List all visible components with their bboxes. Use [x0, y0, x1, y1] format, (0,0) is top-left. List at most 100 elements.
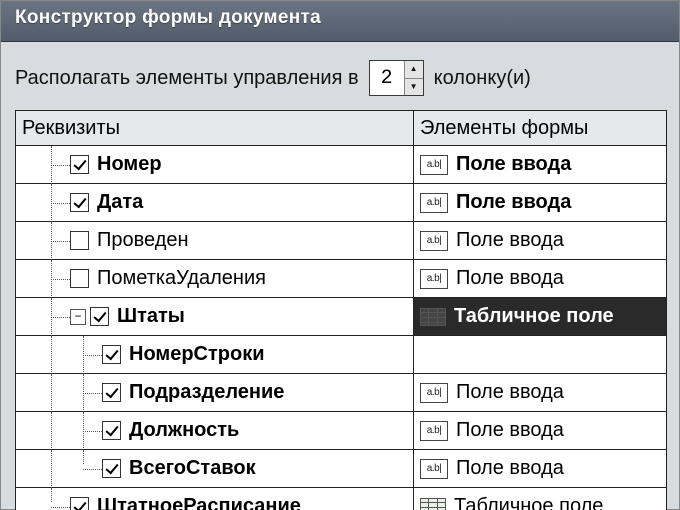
tree-spacer [22, 303, 42, 331]
row-checkbox[interactable] [70, 193, 89, 212]
element-label: Поле ввода [456, 153, 571, 176]
cell-element[interactable] [414, 336, 666, 373]
cell-attribute[interactable]: Номер [16, 146, 414, 183]
grid-row[interactable]: Дата Поле ввода [16, 184, 666, 222]
cell-attribute[interactable]: ВсегоСтавок [16, 450, 414, 487]
header-right: Элементы формы [414, 111, 666, 145]
tree-spacer [62, 341, 74, 369]
input-field-icon [420, 459, 448, 479]
tree-connector-icon [42, 493, 70, 510]
cell-element[interactable]: Поле ввода [414, 146, 666, 183]
input-field-icon [420, 421, 448, 441]
header-left: Реквизиты [16, 111, 414, 145]
attribute-label: ПометкаУдаления [97, 267, 266, 290]
grid-row[interactable]: ПометкаУдаления Поле ввода [16, 260, 666, 298]
element-label: Поле ввода [456, 191, 571, 214]
tree-expander[interactable]: − [70, 309, 86, 325]
tree-spacer [22, 265, 42, 293]
cell-element[interactable]: Поле ввода [414, 450, 666, 487]
row-checkbox[interactable] [70, 497, 89, 510]
layout-label-before: Располагать элементы управления в [15, 67, 359, 90]
attribute-label: Должность [129, 419, 239, 442]
spinner-buttons: ▲ ▼ [404, 61, 423, 95]
tree-spacer [22, 341, 42, 369]
table-field-icon [420, 498, 446, 510]
row-checkbox[interactable] [102, 345, 121, 364]
attribute-label: Штаты [117, 305, 185, 328]
row-checkbox[interactable] [70, 155, 89, 174]
grid-row[interactable]: Проведен Поле ввода [16, 222, 666, 260]
layout-controls-row: Располагать элементы управления в ▲ ▼ ко… [1, 42, 679, 110]
attribute-label: Номер [97, 153, 162, 176]
tree-spacer [22, 417, 42, 445]
row-checkbox[interactable] [70, 231, 89, 250]
grid-row[interactable]: Номер Поле ввода [16, 146, 666, 184]
tree-spacer [22, 227, 42, 255]
tree-connector-icon [42, 455, 62, 483]
cell-attribute[interactable]: Подразделение [16, 374, 414, 411]
cell-element[interactable]: Табличное поле [414, 488, 666, 510]
tree-connector-icon [42, 303, 70, 331]
cell-element[interactable]: Поле ввода [414, 184, 666, 221]
grid-row[interactable]: НомерСтроки [16, 336, 666, 374]
cell-element[interactable]: Поле ввода [414, 222, 666, 259]
attribute-label: Проведен [97, 229, 189, 252]
tree-connector-icon [42, 379, 62, 407]
cell-attribute[interactable]: НомерСтроки [16, 336, 414, 373]
window-title: Конструктор формы документа [1, 1, 679, 42]
attribute-label: Подразделение [129, 381, 284, 404]
element-label: Поле ввода [456, 381, 564, 404]
element-label: Поле ввода [456, 267, 564, 290]
element-label: Табличное поле [454, 305, 614, 328]
tree-connector-icon [74, 341, 102, 369]
tree-spacer [62, 455, 74, 483]
input-field-icon [420, 269, 448, 289]
cell-element[interactable]: Поле ввода [414, 412, 666, 449]
tree-connector-icon [74, 455, 102, 483]
cell-attribute[interactable]: ШтатноеРасписание [16, 488, 414, 510]
attribute-label: ШтатноеРасписание [97, 495, 301, 510]
row-checkbox[interactable] [70, 269, 89, 288]
cell-element[interactable]: Табличное поле [414, 298, 666, 335]
element-label: Поле ввода [456, 229, 564, 252]
element-label: Табличное поле [454, 495, 603, 510]
tree-connector-icon [42, 265, 70, 293]
tree-spacer [62, 379, 74, 407]
table-field-icon [420, 308, 446, 326]
input-field-icon [420, 193, 448, 213]
form-constructor-window: Конструктор формы документа Располагать … [0, 0, 680, 510]
columns-input[interactable] [370, 61, 404, 95]
grid-row[interactable]: − Штаты Табличное поле [16, 298, 666, 336]
cell-attribute[interactable]: Дата [16, 184, 414, 221]
row-checkbox[interactable] [102, 459, 121, 478]
grid-row[interactable]: ШтатноеРасписание Табличное поле [16, 488, 666, 510]
cell-attribute[interactable]: Должность [16, 412, 414, 449]
grid-row[interactable]: Должность Поле ввода [16, 412, 666, 450]
spinner-down-icon[interactable]: ▼ [405, 79, 423, 96]
grid-header-row: Реквизиты Элементы формы [16, 111, 666, 146]
tree-spacer [22, 151, 42, 179]
tree-spacer [22, 379, 42, 407]
tree-connector-icon [74, 379, 102, 407]
tree-connector-icon [42, 227, 70, 255]
cell-attribute[interactable]: Проведен [16, 222, 414, 259]
input-field-icon [420, 231, 448, 251]
cell-element[interactable]: Поле ввода [414, 260, 666, 297]
row-checkbox[interactable] [102, 421, 121, 440]
cell-element[interactable]: Поле ввода [414, 374, 666, 411]
spinner-up-icon[interactable]: ▲ [405, 61, 423, 79]
grid-row[interactable]: ВсегоСтавокПоле ввода [16, 450, 666, 488]
input-field-icon [420, 383, 448, 403]
cell-attribute[interactable]: − Штаты [16, 298, 414, 335]
row-checkbox[interactable] [102, 383, 121, 402]
layout-label-after: колонку(и) [434, 67, 531, 90]
tree-connector-icon [42, 189, 70, 217]
cell-attribute[interactable]: ПометкаУдаления [16, 260, 414, 297]
attribute-label: НомерСтроки [129, 343, 265, 366]
grid-row[interactable]: Подразделение Поле ввода [16, 374, 666, 412]
input-field-icon [420, 155, 448, 175]
columns-spinner[interactable]: ▲ ▼ [369, 60, 424, 96]
tree-connector-icon [42, 151, 70, 179]
tree-spacer [62, 417, 74, 445]
row-checkbox[interactable] [90, 307, 109, 326]
